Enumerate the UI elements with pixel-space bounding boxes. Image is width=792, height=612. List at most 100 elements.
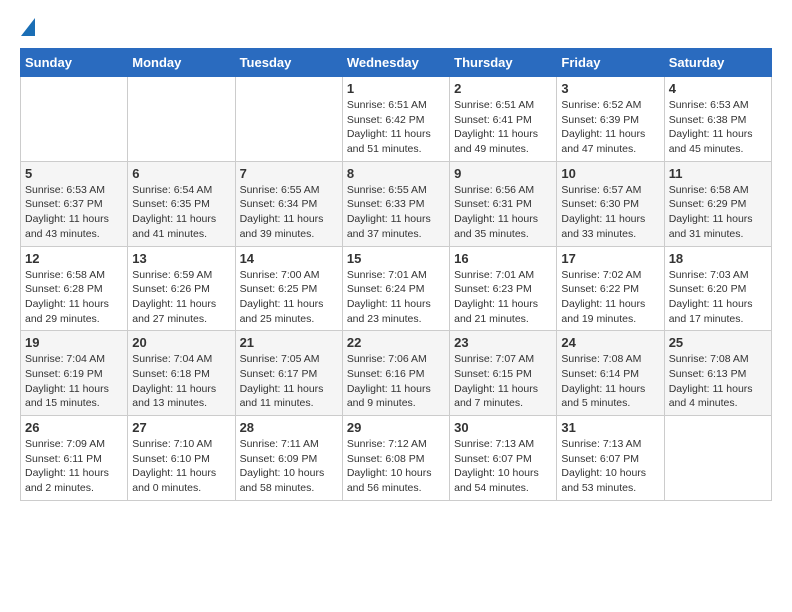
day-number: 27 [132, 420, 230, 435]
logo [20, 20, 35, 32]
page-header [20, 20, 772, 32]
calendar-cell: 10 Sunrise: 6:57 AM Sunset: 6:30 PM Dayli… [557, 161, 664, 246]
day-info: Sunrise: 7:04 AM Sunset: 6:19 PM Dayligh… [25, 352, 123, 411]
day-info: Sunrise: 7:02 AM Sunset: 6:22 PM Dayligh… [561, 268, 659, 327]
logo-triangle-icon [21, 18, 35, 36]
calendar-week-4: 19 Sunrise: 7:04 AM Sunset: 6:19 PM Dayli… [21, 331, 772, 416]
calendar-cell [235, 77, 342, 162]
weekday-header-saturday: Saturday [664, 49, 771, 77]
day-number: 11 [669, 166, 767, 181]
weekday-header-monday: Monday [128, 49, 235, 77]
day-info: Sunrise: 6:54 AM Sunset: 6:35 PM Dayligh… [132, 183, 230, 242]
calendar-cell: 20Sunrise: 7:04 AM Sunset: 6:18 PM Dayli… [128, 331, 235, 416]
day-info: Sunrise: 6:51 AM Sunset: 6:42 PM Dayligh… [347, 98, 445, 157]
calendar-cell: 1Sunrise: 6:51 AM Sunset: 6:42 PM Daylig… [342, 77, 449, 162]
day-number: 23 [454, 335, 552, 350]
calendar-cell: 19 Sunrise: 7:04 AM Sunset: 6:19 PM Dayli… [21, 331, 128, 416]
calendar-cell: 18Sunrise: 7:03 AM Sunset: 6:20 PM Dayli… [664, 246, 771, 331]
calendar-cell: 9 Sunrise: 6:56 AM Sunset: 6:31 PM Daylig… [450, 161, 557, 246]
day-number: 31 [561, 420, 659, 435]
day-info: Sunrise: 6:53 AM Sunset: 6:37 PM Dayligh… [25, 183, 123, 242]
calendar-cell [21, 77, 128, 162]
weekday-header-wednesday: Wednesday [342, 49, 449, 77]
day-number: 19 [25, 335, 123, 350]
weekday-header-friday: Friday [557, 49, 664, 77]
day-info: Sunrise: 7:08 AM Sunset: 6:14 PM Dayligh… [561, 352, 659, 411]
day-number: 7 [240, 166, 338, 181]
day-info: Sunrise: 7:11 AM Sunset: 6:09 PM Dayligh… [240, 437, 338, 496]
calendar-cell: 15 Sunrise: 7:01 AM Sunset: 6:24 PM Dayli… [342, 246, 449, 331]
weekday-header-sunday: Sunday [21, 49, 128, 77]
calendar-cell: 25 Sunrise: 7:08 AM Sunset: 6:13 PM Dayli… [664, 331, 771, 416]
weekday-header-row: SundayMondayTuesdayWednesdayThursdayFrid… [21, 49, 772, 77]
day-number: 18 [669, 251, 767, 266]
calendar-cell [128, 77, 235, 162]
day-number: 13 [132, 251, 230, 266]
day-number: 24 [561, 335, 659, 350]
day-number: 21 [240, 335, 338, 350]
calendar-cell: 16Sunrise: 7:01 AM Sunset: 6:23 PM Dayli… [450, 246, 557, 331]
weekday-header-tuesday: Tuesday [235, 49, 342, 77]
day-info: Sunrise: 7:00 AM Sunset: 6:25 PM Dayligh… [240, 268, 338, 327]
day-info: Sunrise: 7:09 AM Sunset: 6:11 PM Dayligh… [25, 437, 123, 496]
calendar-cell: 7 Sunrise: 6:55 AM Sunset: 6:34 PM Daylig… [235, 161, 342, 246]
day-number: 3 [561, 81, 659, 96]
day-info: Sunrise: 7:06 AM Sunset: 6:16 PM Dayligh… [347, 352, 445, 411]
day-number: 22 [347, 335, 445, 350]
day-info: Sunrise: 7:08 AM Sunset: 6:13 PM Dayligh… [669, 352, 767, 411]
day-info: Sunrise: 6:56 AM Sunset: 6:31 PM Dayligh… [454, 183, 552, 242]
calendar-cell: 29 Sunrise: 7:12 AM Sunset: 6:08 PM Dayli… [342, 416, 449, 501]
day-info: Sunrise: 6:58 AM Sunset: 6:28 PM Dayligh… [25, 268, 123, 327]
calendar-cell: 12Sunrise: 6:58 AM Sunset: 6:28 PM Dayli… [21, 246, 128, 331]
calendar-week-3: 12Sunrise: 6:58 AM Sunset: 6:28 PM Dayli… [21, 246, 772, 331]
day-info: Sunrise: 7:10 AM Sunset: 6:10 PM Dayligh… [132, 437, 230, 496]
calendar-table: SundayMondayTuesdayWednesdayThursdayFrid… [20, 48, 772, 501]
calendar-cell: 22 Sunrise: 7:06 AM Sunset: 6:16 PM Dayli… [342, 331, 449, 416]
calendar-body: 1Sunrise: 6:51 AM Sunset: 6:42 PM Daylig… [21, 77, 772, 501]
calendar-cell: 30 Sunrise: 7:13 AM Sunset: 6:07 PM Dayli… [450, 416, 557, 501]
calendar-week-5: 26 Sunrise: 7:09 AM Sunset: 6:11 PM Dayli… [21, 416, 772, 501]
calendar-cell: 2 Sunrise: 6:51 AM Sunset: 6:41 PM Daylig… [450, 77, 557, 162]
day-number: 29 [347, 420, 445, 435]
day-number: 25 [669, 335, 767, 350]
day-number: 10 [561, 166, 659, 181]
day-info: Sunrise: 6:55 AM Sunset: 6:33 PM Dayligh… [347, 183, 445, 242]
day-info: Sunrise: 6:55 AM Sunset: 6:34 PM Dayligh… [240, 183, 338, 242]
calendar-cell: 8Sunrise: 6:55 AM Sunset: 6:33 PM Daylig… [342, 161, 449, 246]
day-number: 30 [454, 420, 552, 435]
day-number: 26 [25, 420, 123, 435]
day-info: Sunrise: 7:07 AM Sunset: 6:15 PM Dayligh… [454, 352, 552, 411]
day-info: Sunrise: 7:05 AM Sunset: 6:17 PM Dayligh… [240, 352, 338, 411]
day-info: Sunrise: 6:58 AM Sunset: 6:29 PM Dayligh… [669, 183, 767, 242]
calendar-cell: 24 Sunrise: 7:08 AM Sunset: 6:14 PM Dayli… [557, 331, 664, 416]
calendar-cell: 11 Sunrise: 6:58 AM Sunset: 6:29 PM Dayli… [664, 161, 771, 246]
day-number: 6 [132, 166, 230, 181]
day-info: Sunrise: 6:52 AM Sunset: 6:39 PM Dayligh… [561, 98, 659, 157]
day-number: 2 [454, 81, 552, 96]
day-info: Sunrise: 7:13 AM Sunset: 6:07 PM Dayligh… [454, 437, 552, 496]
day-number: 4 [669, 81, 767, 96]
calendar-cell: 3 Sunrise: 6:52 AM Sunset: 6:39 PM Daylig… [557, 77, 664, 162]
day-info: Sunrise: 6:57 AM Sunset: 6:30 PM Dayligh… [561, 183, 659, 242]
calendar-week-1: 1Sunrise: 6:51 AM Sunset: 6:42 PM Daylig… [21, 77, 772, 162]
calendar-cell: 31Sunrise: 7:13 AM Sunset: 6:07 PM Dayli… [557, 416, 664, 501]
calendar-cell: 14Sunrise: 7:00 AM Sunset: 6:25 PM Dayli… [235, 246, 342, 331]
calendar-cell: 28Sunrise: 7:11 AM Sunset: 6:09 PM Dayli… [235, 416, 342, 501]
calendar-cell: 4 Sunrise: 6:53 AM Sunset: 6:38 PM Daylig… [664, 77, 771, 162]
calendar-cell: 21 Sunrise: 7:05 AM Sunset: 6:17 PM Dayli… [235, 331, 342, 416]
day-number: 15 [347, 251, 445, 266]
day-info: Sunrise: 7:01 AM Sunset: 6:24 PM Dayligh… [347, 268, 445, 327]
day-number: 9 [454, 166, 552, 181]
day-number: 17 [561, 251, 659, 266]
calendar-cell: 27 Sunrise: 7:10 AM Sunset: 6:10 PM Dayli… [128, 416, 235, 501]
day-info: Sunrise: 6:51 AM Sunset: 6:41 PM Dayligh… [454, 98, 552, 157]
weekday-header-thursday: Thursday [450, 49, 557, 77]
day-info: Sunrise: 7:12 AM Sunset: 6:08 PM Dayligh… [347, 437, 445, 496]
day-info: Sunrise: 6:53 AM Sunset: 6:38 PM Dayligh… [669, 98, 767, 157]
calendar-cell [664, 416, 771, 501]
calendar-cell: 26 Sunrise: 7:09 AM Sunset: 6:11 PM Dayli… [21, 416, 128, 501]
day-number: 5 [25, 166, 123, 181]
calendar-cell: 5 Sunrise: 6:53 AM Sunset: 6:37 PM Daylig… [21, 161, 128, 246]
day-number: 16 [454, 251, 552, 266]
calendar-cell: 13Sunrise: 6:59 AM Sunset: 6:26 PM Dayli… [128, 246, 235, 331]
